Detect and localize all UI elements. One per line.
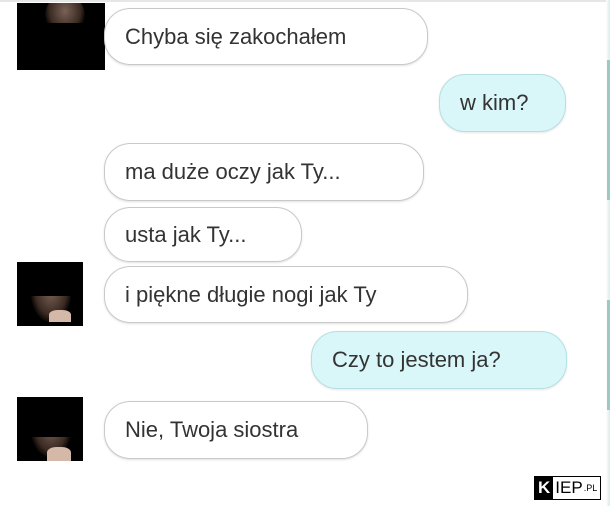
kiep-logo-watermark: K IEP .PL — [534, 476, 602, 500]
logo-letter-k: K — [535, 477, 554, 499]
message-bubble-incoming: Chyba się zakochałem — [104, 8, 428, 65]
censor-bar — [17, 23, 105, 70]
top-divider — [0, 0, 610, 2]
message-bubble-incoming: usta jak Ty... — [104, 207, 302, 262]
logo-domain-pl: .PL — [583, 483, 598, 493]
avatar-chin — [47, 447, 71, 461]
message-bubble-incoming: ma duże oczy jak Ty... — [104, 143, 424, 201]
message-bubble-incoming: i piękne długie nogi jak Ty — [104, 266, 468, 323]
message-bubble-outgoing: w kim? — [439, 74, 566, 132]
censor-bar — [17, 262, 83, 296]
avatar-chin — [49, 310, 71, 322]
sender-avatar — [17, 3, 105, 70]
censor-bar — [17, 397, 83, 437]
sender-avatar — [17, 262, 83, 326]
message-bubble-incoming: Nie, Twoja siostra — [104, 401, 368, 459]
sender-avatar — [17, 397, 83, 461]
message-bubble-outgoing: Czy to jestem ja? — [311, 331, 567, 389]
right-scroll-edge — [606, 0, 610, 506]
logo-letters-iep: IEP — [555, 478, 583, 497]
